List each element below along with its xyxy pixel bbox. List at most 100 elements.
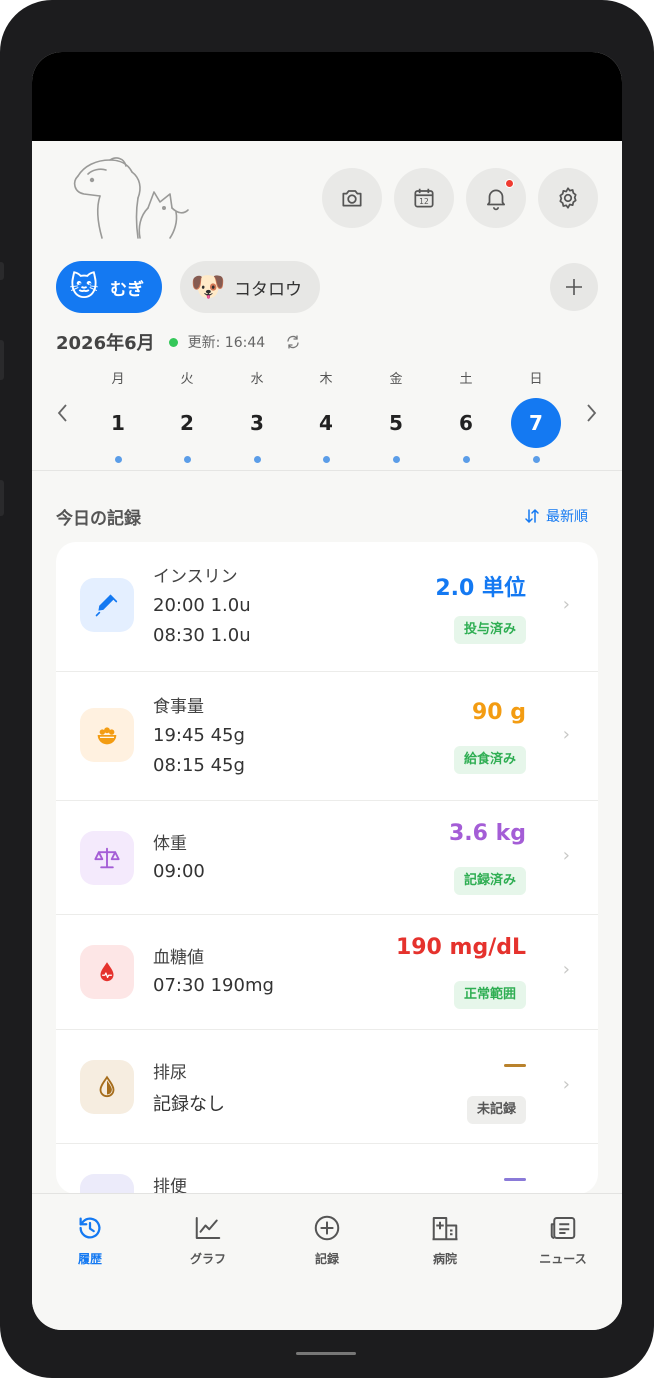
day-friday[interactable]: 金 5 — [368, 370, 424, 463]
nav-history[interactable]: 履歴 — [40, 1212, 140, 1267]
gear-icon — [559, 187, 577, 209]
record-detail: 09:00 — [153, 861, 205, 882]
record-value: 190 mg/dL — [395, 935, 526, 960]
food-bowl-icon — [80, 708, 134, 762]
record-detail: 19:45 45g — [153, 725, 245, 746]
urine-drop-icon — [80, 1060, 134, 1114]
side-button — [0, 262, 4, 280]
record-dot — [462, 456, 470, 463]
nav-hospital[interactable]: 病院 — [395, 1212, 495, 1267]
camera-button[interactable] — [322, 168, 382, 228]
record-title: インスリン — [153, 567, 238, 587]
record-dot — [114, 456, 122, 463]
day-wednesday[interactable]: 水 3 — [229, 370, 285, 463]
calendar-day-text: 12 — [419, 197, 429, 206]
day-thursday[interactable]: 木 4 — [298, 370, 354, 463]
nav-graph[interactable]: グラフ — [158, 1212, 258, 1267]
nav-news[interactable]: ニュース — [513, 1212, 613, 1267]
record-title: 食事量 — [153, 697, 204, 717]
add-pet-button[interactable] — [550, 263, 598, 311]
day-tuesday[interactable]: 火 2 — [159, 370, 215, 463]
record-row-glucose[interactable]: 血糖値 07:30 190mg 190 mg/dL 正常範囲 › — [56, 914, 598, 1029]
history-icon — [79, 1217, 101, 1239]
blood-drop-icon — [80, 945, 134, 999]
record-row-food[interactable]: 食事量 19:45 45g 08:15 45g 90 g 給食済み › — [56, 671, 598, 800]
pet-name: コタロウ — [234, 279, 302, 300]
month-row: 2026年6月 更新: 16:44 — [56, 330, 301, 354]
record-row-insulin[interactable]: インスリン 20:00 1.0u 08:30 1.0u 2.0 単位 投与済み … — [56, 542, 598, 671]
day-saturday[interactable]: 土 6 — [438, 370, 494, 463]
record-detail: 08:15 45g — [153, 755, 245, 776]
chart-icon — [195, 1217, 221, 1239]
day-of-week: 火 — [180, 372, 194, 387]
record-value: 3.6 kg — [448, 821, 526, 846]
chevron-right-icon: › — [562, 959, 570, 980]
side-button — [0, 480, 4, 516]
record-title: 体重 — [153, 834, 187, 854]
nav-label: 履歴 — [77, 1252, 102, 1266]
bell-icon — [487, 189, 505, 211]
day-of-week: 金 — [389, 372, 403, 387]
notification-button[interactable] — [466, 168, 526, 228]
records-card: インスリン 20:00 1.0u 08:30 1.0u 2.0 単位 投与済み … — [56, 542, 598, 1194]
divider — [32, 470, 622, 471]
day-number: 2 — [180, 411, 194, 435]
app-logo — [73, 157, 189, 239]
sync-status-dot — [168, 337, 178, 347]
day-number: 3 — [250, 411, 264, 435]
bottom-navigation: 履歴 グラフ 記録 病院 ニュース — [32, 1193, 622, 1330]
record-row-urine[interactable]: 排尿 記録なし 未記録 › — [56, 1029, 598, 1143]
refresh-icon[interactable] — [285, 334, 301, 350]
pet-chip-mugi[interactable]: 🐱 むぎ — [56, 261, 162, 313]
chevron-right-icon: › — [562, 594, 570, 615]
day-monday[interactable]: 月 1 — [90, 370, 146, 463]
empty-value-dash — [504, 1178, 526, 1181]
status-badge: 記録済み — [453, 867, 526, 895]
record-value: 90 g — [471, 700, 526, 725]
day-of-week: 月 — [111, 372, 125, 387]
pet-name: むぎ — [110, 279, 144, 300]
pet-chip-kotarou[interactable]: 🐶 コタロウ — [180, 261, 320, 313]
section-title: 今日の記録 — [56, 509, 141, 529]
news-icon — [550, 1217, 576, 1239]
calendar-button[interactable]: 12 — [394, 168, 454, 228]
nav-label: グラフ — [189, 1252, 226, 1266]
notification-badge-dot — [505, 179, 514, 188]
home-indicator[interactable] — [296, 1352, 356, 1355]
dog-avatar-icon: 🐶 — [190, 270, 226, 303]
scale-icon — [80, 831, 134, 885]
prev-week-button[interactable] — [56, 402, 70, 430]
chevron-right-icon: › — [562, 845, 570, 866]
day-sunday[interactable]: 日 7 — [508, 370, 564, 463]
hospital-icon — [432, 1217, 458, 1241]
status-badge: 給食済み — [453, 746, 526, 774]
nav-label: ニュース — [539, 1252, 587, 1266]
record-title: 血糖値 — [153, 948, 204, 968]
record-dot — [392, 456, 400, 463]
nav-label: 病院 — [432, 1252, 457, 1266]
record-title: 排便 — [153, 1177, 187, 1194]
day-number: 1 — [111, 411, 125, 435]
settings-button[interactable] — [538, 168, 598, 228]
status-badge: 正常範囲 — [453, 981, 526, 1009]
side-button — [0, 340, 4, 380]
calendar-icon: 12 — [414, 188, 434, 208]
record-row-stool[interactable]: 排便 — [56, 1143, 598, 1194]
next-week-button[interactable] — [584, 402, 598, 430]
status-bar — [32, 52, 622, 141]
record-row-weight[interactable]: 体重 09:00 3.6 kg 記録済み › — [56, 800, 598, 914]
plus-icon — [566, 279, 582, 295]
stool-icon — [80, 1174, 134, 1194]
day-of-week: 水 — [250, 372, 264, 387]
record-detail: 記録なし — [153, 1094, 225, 1115]
status-badge: 未記録 — [466, 1096, 526, 1124]
record-detail: 08:30 1.0u — [153, 625, 251, 646]
cat-avatar-icon: 🐱 — [69, 270, 99, 303]
record-dot — [253, 456, 261, 463]
day-of-week: 木 — [319, 372, 333, 387]
app-screen: 12 🐱 むぎ 🐶 コタロウ 2026年6月 更新: 16:44 月 1 火 2… — [32, 52, 622, 1330]
day-number: 5 — [389, 411, 403, 435]
nav-record[interactable]: 記録 — [277, 1212, 377, 1267]
sort-button[interactable]: 最新順 — [524, 506, 588, 526]
updated-time: 更新: 16:44 — [187, 335, 266, 351]
